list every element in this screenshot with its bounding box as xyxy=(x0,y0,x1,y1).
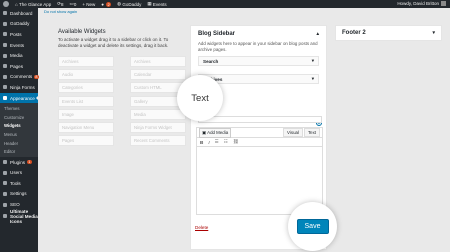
sidebar-item-users[interactable]: Users xyxy=(0,168,38,179)
widget-item[interactable]: Calendar xyxy=(130,69,186,81)
available-widgets-description: To activate a widget drag it to a sideba… xyxy=(58,37,169,48)
admin-sidebar: Dashboard GoDaddy Posts Events Media Pag… xyxy=(0,8,39,252)
tab-text[interactable]: Text xyxy=(303,128,320,137)
avatar xyxy=(441,1,446,7)
sidebar-item-godaddy[interactable]: GoDaddy xyxy=(0,19,38,30)
sidebar-item-comments[interactable]: Comments 8 xyxy=(0,72,39,83)
new-link[interactable]: + New xyxy=(82,2,95,7)
widget-item[interactable]: Navigation Menu xyxy=(58,121,114,133)
forms-icon xyxy=(3,85,7,90)
widget-item[interactable]: Image xyxy=(58,108,114,120)
plugins-count-badge: 1 xyxy=(27,160,32,165)
submenu-item-themes[interactable]: Themes xyxy=(0,104,38,113)
media-icon xyxy=(3,53,7,58)
widget-item[interactable]: Archives xyxy=(58,56,114,67)
user-account-link[interactable]: Howdy, David Britton xyxy=(397,1,446,7)
sidebar-item-ultimate-social[interactable]: Ultimate Social Media Icons xyxy=(0,209,38,224)
sidebar-widget-search[interactable]: Search ▾ xyxy=(198,56,319,67)
settings-icon xyxy=(3,191,7,196)
comments-link[interactable]: ▭ 0 xyxy=(70,1,77,7)
widget-item[interactable]: Categories xyxy=(58,82,114,94)
social-icon xyxy=(3,214,7,219)
pin-icon xyxy=(3,32,7,37)
updates-link[interactable]: ⟳ 8 xyxy=(57,1,63,7)
sidebar-item-ninja-forms[interactable]: Ninja Forms xyxy=(0,82,38,93)
sidebar-item-tools[interactable]: Tools xyxy=(0,178,38,189)
paintbrush-icon xyxy=(3,96,7,101)
wrench-icon xyxy=(3,181,7,186)
add-media-button[interactable]: ▣ Add Media xyxy=(199,127,232,138)
link-icon[interactable]: ⛓ xyxy=(233,139,239,145)
delete-widget-link[interactable]: Delete xyxy=(195,225,208,230)
sidebar-item-pages[interactable]: Pages xyxy=(0,61,38,72)
sidebar-item-dashboard[interactable]: Dashboard xyxy=(0,8,38,19)
comment-icon xyxy=(3,74,7,79)
seo-icon xyxy=(3,202,7,207)
godaddy-link[interactable]: ◍ GoDaddy xyxy=(117,1,141,7)
sidebar-item-settings[interactable]: Settings xyxy=(0,189,38,200)
collapse-arrow-icon[interactable]: ▴ xyxy=(316,31,319,37)
save-button[interactable]: Save xyxy=(296,219,329,234)
dashboard-icon xyxy=(3,11,7,16)
sidebar-item-appearance[interactable]: Appearance xyxy=(0,92,38,104)
notice-link[interactable]: Do not show again xyxy=(44,9,184,15)
widget-item[interactable]: Media xyxy=(130,108,186,120)
expand-arrow-icon: ▾ xyxy=(311,58,314,64)
blog-sidebar-title: Blog Sidebar xyxy=(198,30,236,37)
expand-arrow-icon: ▾ xyxy=(432,30,435,36)
footer-2-title: Footer 2 xyxy=(342,30,366,36)
wordpress-logo-icon[interactable] xyxy=(3,1,9,7)
sidebar-item-plugins[interactable]: Plugins 1 xyxy=(0,157,38,168)
widget-item[interactable]: Archives xyxy=(130,56,186,67)
save-callout: Save xyxy=(288,202,337,251)
page-icon xyxy=(3,64,7,69)
users-icon xyxy=(3,170,7,175)
plugin-icon xyxy=(3,160,7,165)
bulleted-list-icon[interactable]: ☰ xyxy=(215,139,219,145)
calendar-icon xyxy=(3,43,7,48)
submenu-item-customize[interactable]: Customize xyxy=(0,113,38,122)
text-widget-editor: ▣ Add Media Visual Text B I ☰ ☷ ⛓ xyxy=(196,127,323,215)
widget-item[interactable]: Pages xyxy=(58,135,114,147)
submenu-item-widgets[interactable]: Widgets xyxy=(0,122,38,131)
footer-2-panel[interactable]: Footer 2 ▾ xyxy=(335,25,442,41)
notification-badge: 2 xyxy=(105,1,112,7)
submenu-item-menus[interactable]: Menus xyxy=(0,130,38,139)
available-widgets-grid: Archives Archives Audio Calendar Categorie… xyxy=(58,56,186,148)
blog-sidebar-description: Add widgets here to appear in your sideb… xyxy=(198,41,318,52)
appearance-submenu: Themes Customize Widgets Menus Header Ed… xyxy=(0,103,38,157)
widget-item[interactable]: Ninja Forms Widget xyxy=(130,121,186,133)
sidebar-item-events[interactable]: Events xyxy=(0,40,38,51)
site-name-link[interactable]: ⌂ The Glance App xyxy=(15,2,51,7)
widget-item[interactable]: Recent Comments xyxy=(130,135,186,147)
tab-visual[interactable]: Visual xyxy=(283,128,303,137)
blog-sidebar-header[interactable]: Blog Sidebar ▴ xyxy=(191,26,326,41)
widget-item[interactable]: Events List xyxy=(58,95,114,107)
italic-icon[interactable]: I xyxy=(208,140,209,145)
events-link[interactable]: ▦ Events xyxy=(147,1,166,7)
notification-icon: ● xyxy=(101,1,104,7)
bold-icon[interactable]: B xyxy=(200,140,203,145)
available-widgets-title: Available Widgets xyxy=(58,29,106,35)
godaddy-icon xyxy=(3,21,7,26)
notifications-link[interactable]: ● 2 xyxy=(101,1,112,7)
comments-count-badge: 8 xyxy=(34,74,39,79)
sidebar-item-media[interactable]: Media xyxy=(0,50,38,61)
widget-item[interactable]: Audio xyxy=(58,69,114,81)
submenu-item-header[interactable]: Header xyxy=(0,139,38,148)
submenu-item-editor[interactable]: Editor xyxy=(0,147,38,156)
text-widget-callout: Text xyxy=(177,75,223,121)
widget-title-input[interactable] xyxy=(198,116,322,123)
expand-arrow-icon: ▾ xyxy=(311,76,314,82)
sidebar-item-posts[interactable]: Posts xyxy=(0,29,38,40)
admin-bar: ⌂ The Glance App ⟳ 8 ▭ 0 + New ● 2 ◍ GoDadd… xyxy=(0,0,450,8)
editor-toolbar: B I ☰ ☷ ⛓ xyxy=(197,137,322,147)
numbered-list-icon[interactable]: ☷ xyxy=(224,139,228,145)
